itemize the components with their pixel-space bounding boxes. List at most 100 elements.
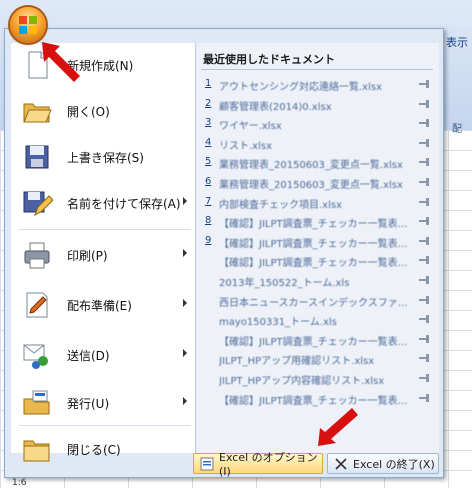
recent-document-name: リスト.xlsx xyxy=(219,140,273,152)
menu-item-label: 開く(O) xyxy=(67,104,110,119)
recent-document-number: 6 xyxy=(205,176,212,187)
save-as-icon xyxy=(21,187,54,219)
save-disk-icon xyxy=(21,141,53,173)
recent-document-item[interactable]: 1 アウトセンシング対応連絡一覧.xlsx xyxy=(197,75,439,94)
recent-document-item[interactable]: mayo150331_トーム.xls xyxy=(197,310,439,329)
submenu-arrow-icon xyxy=(183,249,187,257)
menu-item-label: 発行(U) xyxy=(67,396,110,411)
view-tab[interactable]: 表示 xyxy=(446,34,468,50)
recent-document-item[interactable]: 3 ワイヤー.xlsx xyxy=(197,114,439,133)
recent-document-number: 4 xyxy=(205,136,212,148)
menu-item-label: 配布準備(E) xyxy=(67,298,132,313)
recent-document-name: 2013年_150522_トーム.xls xyxy=(219,278,350,289)
pin-icon[interactable] xyxy=(419,138,431,147)
pin-icon[interactable] xyxy=(419,197,431,206)
ribbon-group-label: 配 xyxy=(452,124,462,135)
pin-icon[interactable] xyxy=(419,217,431,226)
recent-document-item[interactable]: 西日本ニュースカースインデックスファイル.xlsx xyxy=(197,291,439,310)
pin-icon[interactable] xyxy=(419,354,431,363)
exit-excel-button[interactable]: Excel の終了(X) xyxy=(327,453,439,474)
recent-documents-title: 最近使用したドキュメント xyxy=(203,53,335,66)
recent-document-item[interactable]: 8 【確認】JILPT調査票_チェッカー一覧表.xlsx xyxy=(197,212,439,231)
recent-document-number: 8 xyxy=(205,215,212,227)
pin-icon[interactable] xyxy=(419,393,431,402)
close-folder-icon xyxy=(21,433,53,465)
submenu-arrow-icon xyxy=(183,299,187,307)
recent-document-number: 1 xyxy=(205,78,212,89)
menu-item-save-as[interactable]: 名前を付けて保存(A) xyxy=(11,181,195,225)
menu-commands: 新規作成(N) 開く(O) 上書き保存(S) 名前を付けて保存(A) 印刷(P)… xyxy=(11,43,196,462)
pin-icon[interactable] xyxy=(419,236,431,245)
recent-document-item[interactable]: JILPT_HPアップ内容確認リスト.xlsx xyxy=(197,369,439,388)
pin-icon[interactable] xyxy=(419,99,431,108)
recent-document-number: 5 xyxy=(205,156,212,168)
excel-options-label: Excel のオプション(I) xyxy=(219,451,318,478)
excel-options-button[interactable]: Excel のオプション(I) xyxy=(193,451,323,478)
recent-document-item[interactable]: JILPT_HPアップ用確認リスト.xlsx xyxy=(197,349,439,368)
recent-document-item[interactable]: 6 業務管理表_20150603_変更点一覧.xlsx xyxy=(197,173,439,192)
recent-document-item[interactable]: 4 リスト.xlsx xyxy=(197,134,439,153)
recent-document-item[interactable]: 【確認】JILPT調査票_チェッカー一覧表.xlsx xyxy=(197,251,439,270)
pin-icon[interactable] xyxy=(419,80,431,88)
recent-document-name: 【確認】JILPT調査票_チェッカー一覧表.xlsx xyxy=(219,238,409,250)
recent-document-item[interactable]: 9 【確認】JILPT調査票_チェッカー一覧表.xlsx xyxy=(197,232,439,251)
menu-item-close[interactable]: 閉じる(C) xyxy=(11,427,195,471)
menu-divider xyxy=(19,229,191,230)
prepare-icon xyxy=(21,289,53,321)
recent-document-name: アウトセンシング対応連絡一覧.xlsx xyxy=(219,82,383,93)
menu-item-publish[interactable]: 発行(U) xyxy=(11,381,195,425)
recent-document-name: 【確認】JILPT調査票_チェッカー一覧表.xlsx xyxy=(219,336,409,348)
recent-document-item[interactable]: 【確認】JILPT調査票_チェッカー一覧表.xlsx xyxy=(197,330,439,349)
menu-item-open[interactable]: 開く(O) xyxy=(11,89,195,133)
recent-documents-panel: 最近使用したドキュメント 1 アウトセンシング対応連絡一覧.xlsx 2 顧客管理表(… xyxy=(197,43,439,453)
pin-icon[interactable] xyxy=(419,158,431,167)
menu-item-label: 印刷(P) xyxy=(67,248,108,263)
recent-document-number: 3 xyxy=(205,117,212,129)
recent-document-number: 9 xyxy=(205,234,212,246)
recent-document-name: JILPT_HPアップ内容確認リスト.xlsx xyxy=(219,376,385,387)
recent-document-number: 7 xyxy=(205,195,212,207)
close-icon xyxy=(334,457,348,471)
recent-document-name: 【確認】JILPT調査票_チェッカー一覧表.xlsx xyxy=(219,219,409,231)
recent-divider xyxy=(201,69,433,70)
recent-document-name: 西日本ニュースカースインデックスファイル.xlsx xyxy=(219,297,409,309)
menu-item-label: 送信(D) xyxy=(67,348,110,363)
recent-document-item[interactable]: 7 内部検査チェック項目.xlsx xyxy=(197,193,439,212)
recent-document-item[interactable]: 5 業務管理表_20150603_変更点一覧.xlsx xyxy=(197,153,439,172)
options-icon xyxy=(200,457,214,471)
recent-document-name: 業務管理表_20150603_変更点一覧.xlsx xyxy=(219,180,403,191)
menu-item-save[interactable]: 上書き保存(S) xyxy=(11,135,195,179)
menu-item-send[interactable]: 送信(D) xyxy=(11,333,195,377)
annotation-arrow-icon xyxy=(318,408,358,446)
pin-icon[interactable] xyxy=(419,178,431,186)
submenu-arrow-icon xyxy=(183,349,187,357)
publish-icon xyxy=(21,387,53,419)
pin-icon[interactable] xyxy=(419,276,431,284)
pin-icon[interactable] xyxy=(419,119,431,128)
recent-document-number: 2 xyxy=(205,97,212,109)
menu-item-label: 名前を付けて保存(A) xyxy=(67,196,181,211)
annotation-arrow-icon xyxy=(42,42,80,82)
recent-document-name: 顧客管理表(2014)0.xlsx xyxy=(219,101,332,113)
submenu-arrow-icon xyxy=(183,197,187,205)
pin-icon[interactable] xyxy=(419,334,431,343)
menu-item-prepare[interactable]: 配布準備(E) xyxy=(11,283,195,327)
menu-item-label: 閉じる(C) xyxy=(67,442,121,457)
recent-document-item[interactable]: 2 顧客管理表(2014)0.xlsx xyxy=(197,95,439,114)
recent-document-name: 内部検査チェック項目.xlsx xyxy=(219,199,343,211)
office-logo-icon xyxy=(19,16,37,34)
pin-icon[interactable] xyxy=(419,295,431,304)
pin-icon[interactable] xyxy=(419,315,431,324)
recent-document-name: 【確認】JILPT調査票_チェッカー一覧表.xlsx xyxy=(219,258,409,270)
recent-document-item[interactable]: 2013年_150522_トーム.xls xyxy=(197,271,439,290)
pin-icon[interactable] xyxy=(419,374,431,382)
menu-item-print[interactable]: 印刷(P) xyxy=(11,233,195,277)
pin-icon[interactable] xyxy=(419,256,431,265)
office-menu: 新規作成(N) 開く(O) 上書き保存(S) 名前を付けて保存(A) 印刷(P)… xyxy=(4,28,444,478)
recent-document-name: mayo150331_トーム.xls xyxy=(219,317,337,329)
recent-document-name: JILPT_HPアップ用確認リスト.xlsx xyxy=(219,356,375,368)
row-header: 1:6 xyxy=(12,478,27,488)
recent-document-name: ワイヤー.xlsx xyxy=(219,121,282,133)
menu-divider xyxy=(19,425,191,426)
printer-icon xyxy=(21,239,53,271)
